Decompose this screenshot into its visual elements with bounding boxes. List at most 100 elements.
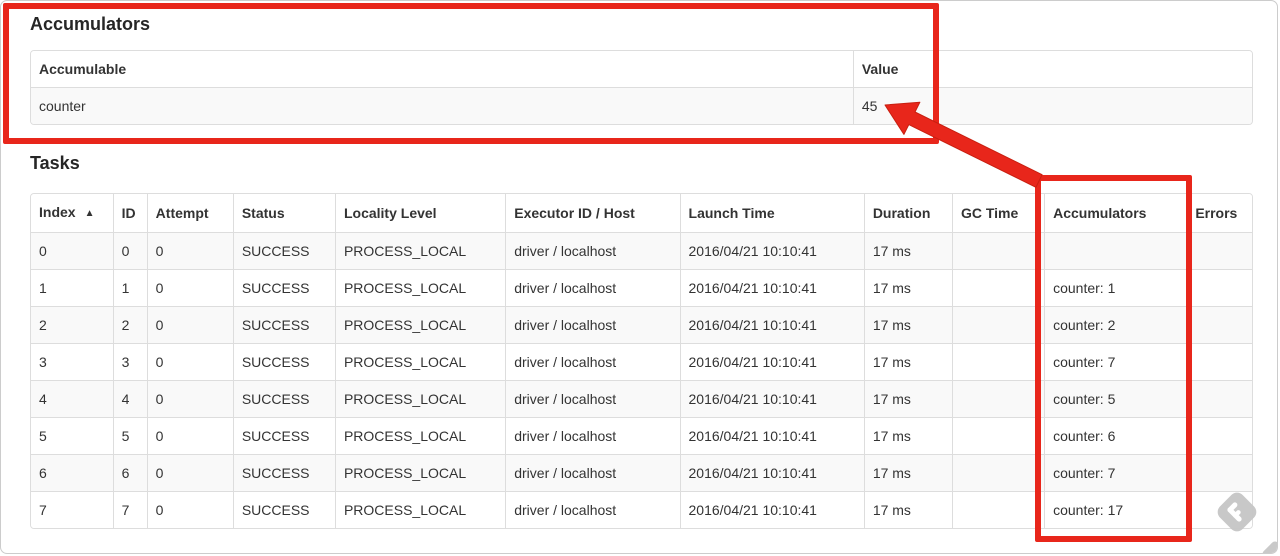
cell-accumulators: counter: 17 <box>1044 491 1187 528</box>
accumulators-table: Accumulable Value counter 45 <box>30 50 1253 125</box>
cell-gc-time <box>951 232 1045 270</box>
table-row: 1 1 0 SUCCESS PROCESS_LOCAL driver / localhos… <box>31 269 1252 307</box>
cell-errors <box>1186 269 1252 307</box>
cell-id: 6 <box>112 454 148 492</box>
cell-locality-level: PROCESS_LOCAL <box>334 491 506 528</box>
cell-attempt: 0 <box>146 306 234 344</box>
cell-launch-time: 2016/04/21 10:10:41 <box>679 454 865 492</box>
cell-gc-time <box>951 380 1045 418</box>
column-header-attempt[interactable]: Attempt <box>146 194 234 233</box>
cell-locality-level: PROCESS_LOCAL <box>334 306 506 344</box>
cell-status: SUCCESS <box>232 343 336 381</box>
cell-gc-time <box>951 269 1045 307</box>
cell-status: SUCCESS <box>232 380 336 418</box>
cell-launch-time: 2016/04/21 10:10:41 <box>679 306 865 344</box>
column-header-executor-id-host[interactable]: Executor ID / Host <box>505 194 681 233</box>
column-label: ID <box>121 205 136 221</box>
cell-errors <box>1186 417 1252 455</box>
cell-attempt: 0 <box>146 269 234 307</box>
cell-index: 4 <box>31 380 114 418</box>
cell-index: 5 <box>31 417 114 455</box>
column-label: Attempt <box>155 205 209 221</box>
column-label: Accumulators <box>1053 205 1147 221</box>
cell-locality-level: PROCESS_LOCAL <box>334 232 506 270</box>
cell-id: 2 <box>112 306 148 344</box>
cell-attempt: 0 <box>146 232 234 270</box>
table-row: 6 6 0 SUCCESS PROCESS_LOCAL driver / localhos… <box>31 454 1252 492</box>
column-header-accumulable[interactable]: Accumulable <box>31 51 854 88</box>
cell-executor-id-host: driver / localhost <box>505 343 681 381</box>
cell-id: 0 <box>112 232 148 270</box>
cell-id: 4 <box>112 380 148 418</box>
feedly-watermark-icon <box>1217 492 1257 532</box>
spark-stage-page: Accumulators Accumulable Value counter 45 T… <box>0 0 1278 554</box>
cell-attempt: 0 <box>146 343 234 381</box>
cell-duration: 17 ms <box>863 454 953 492</box>
column-header-errors[interactable]: Errors <box>1186 194 1252 233</box>
cell-errors <box>1186 343 1252 381</box>
column-header-id[interactable]: ID <box>112 194 148 233</box>
column-header-status[interactable]: Status <box>232 194 336 233</box>
column-header-duration[interactable]: Duration <box>863 194 953 233</box>
cell-index: 2 <box>31 306 114 344</box>
cell-index: 7 <box>31 491 114 528</box>
cell-status: SUCCESS <box>232 491 336 528</box>
tasks-table: Index ▲ ID Attempt Status Locality Level Execu… <box>30 193 1253 529</box>
cell-duration: 17 ms <box>863 232 953 270</box>
cell-accumulators: counter: 6 <box>1044 417 1187 455</box>
cell-duration: 17 ms <box>863 380 953 418</box>
cell-launch-time: 2016/04/21 10:10:41 <box>679 232 865 270</box>
cell-accumulators: counter: 5 <box>1044 380 1187 418</box>
cell-launch-time: 2016/04/21 10:10:41 <box>679 269 865 307</box>
column-label: Status <box>241 205 285 221</box>
column-label: Index <box>39 204 76 220</box>
cell-index: 3 <box>31 343 114 381</box>
cell-errors <box>1186 454 1252 492</box>
cell-executor-id-host: driver / localhost <box>505 454 681 492</box>
cell-launch-time: 2016/04/21 10:10:41 <box>679 491 865 528</box>
column-header-accumulators[interactable]: Accumulators <box>1044 194 1187 233</box>
cell-index: 6 <box>31 454 114 492</box>
table-row: counter 45 <box>31 87 1252 124</box>
cell-locality-level: PROCESS_LOCAL <box>334 343 506 381</box>
cell-accumulators: counter: 1 <box>1044 269 1187 307</box>
column-label: Accumulable <box>39 61 127 77</box>
cell-errors <box>1186 306 1252 344</box>
cell-duration: 17 ms <box>863 343 953 381</box>
cell-locality-level: PROCESS_LOCAL <box>334 380 506 418</box>
cell-attempt: 0 <box>146 491 234 528</box>
header-row: Accumulable Value <box>31 51 1252 88</box>
cell-status: SUCCESS <box>232 306 336 344</box>
column-header-gc-time[interactable]: GC Time <box>951 194 1045 233</box>
cell-id: 5 <box>112 417 148 455</box>
column-header-index[interactable]: Index ▲ <box>31 194 114 233</box>
cell-executor-id-host: driver / localhost <box>505 232 681 270</box>
column-header-locality-level[interactable]: Locality Level <box>334 194 506 233</box>
cell-executor-id-host: driver / localhost <box>505 380 681 418</box>
cell-duration: 17 ms <box>863 306 953 344</box>
cell-locality-level: PROCESS_LOCAL <box>334 417 506 455</box>
cell-locality-level: PROCESS_LOCAL <box>334 269 506 307</box>
column-header-value[interactable]: Value <box>852 51 1252 88</box>
watermark-corner <box>1260 539 1277 553</box>
table-row: 7 7 0 SUCCESS PROCESS_LOCAL driver / localhos… <box>31 491 1252 528</box>
cell-accumulators: counter: 7 <box>1044 343 1187 381</box>
header-row: Index ▲ ID Attempt Status Locality Level Execu… <box>31 194 1252 233</box>
column-label: Launch Time <box>688 205 775 221</box>
cell-id: 3 <box>112 343 148 381</box>
column-label: GC Time <box>960 205 1019 221</box>
cell-gc-time <box>951 491 1045 528</box>
cell-launch-time: 2016/04/21 10:10:41 <box>679 380 865 418</box>
cell-accumulators: counter: 2 <box>1044 306 1187 344</box>
table-row: 4 4 0 SUCCESS PROCESS_LOCAL driver / localhos… <box>31 380 1252 418</box>
column-label: Executor ID / Host <box>514 205 635 221</box>
column-label: Locality Level <box>343 205 437 221</box>
cell-id: 1 <box>112 269 148 307</box>
cell-status: SUCCESS <box>232 454 336 492</box>
cell-duration: 17 ms <box>863 417 953 455</box>
cell-duration: 17 ms <box>863 269 953 307</box>
cell-executor-id-host: driver / localhost <box>505 269 681 307</box>
accumulators-section-heading: Accumulators <box>30 14 151 34</box>
cell-index: 1 <box>31 269 114 307</box>
column-header-launch-time[interactable]: Launch Time <box>679 194 865 233</box>
